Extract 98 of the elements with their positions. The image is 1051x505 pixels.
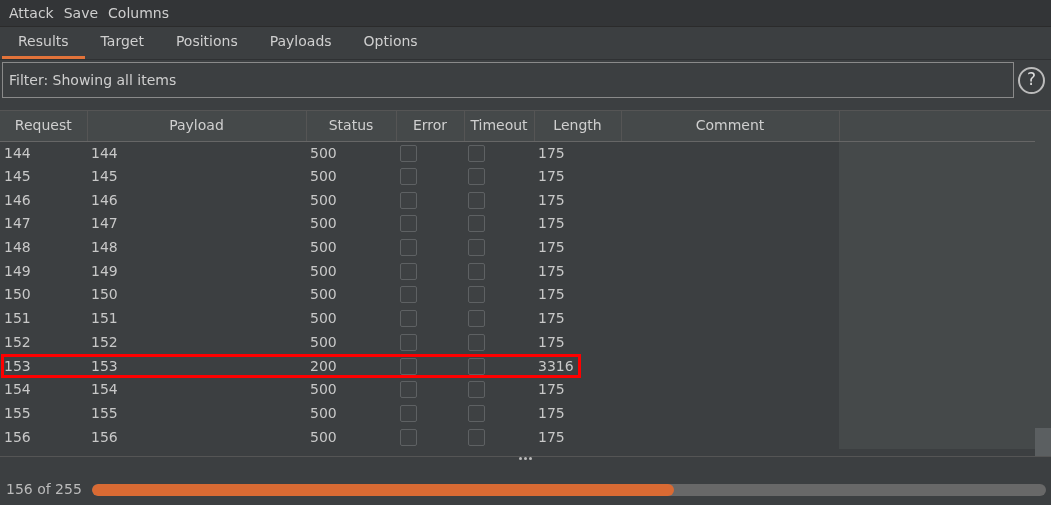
filter-field[interactable]: Filter: Showing all items [2, 62, 1014, 98]
table-cell-text: 175 [537, 238, 566, 258]
table-cell-text: 175 [537, 332, 566, 352]
table-cell-text: 175 [537, 285, 566, 305]
table-cell: 147 [4, 215, 31, 232]
checkbox[interactable] [400, 215, 417, 233]
tab[interactable]: Payloads [253, 25, 348, 59]
table-cell-text: 500 [309, 261, 338, 281]
checkbox[interactable] [400, 144, 417, 162]
checkbox[interactable] [468, 357, 485, 375]
table-cell-text: 500 [309, 309, 338, 329]
checkbox[interactable] [468, 404, 485, 422]
checkbox[interactable] [468, 215, 485, 233]
table-cell-text: 145 [90, 167, 119, 187]
table-cell-text: 154 [90, 380, 119, 400]
table-cell-text: 148 [90, 238, 119, 258]
table-cell: 144 [87, 141, 306, 165]
table-cell: 145 [4, 168, 31, 185]
checkbox[interactable] [400, 168, 417, 186]
menu-item[interactable]: Save [58, 0, 104, 27]
menu-item[interactable]: Attack [4, 0, 59, 27]
table-cell-text: 500 [309, 285, 338, 305]
checkbox[interactable] [468, 333, 485, 351]
table-cell-text: 146 [90, 190, 119, 210]
table-cell: 144 [4, 144, 31, 161]
scrollbar-thumb[interactable] [1035, 428, 1051, 456]
table-cell-text: 175 [537, 190, 566, 210]
tab[interactable]: Target [84, 25, 160, 59]
column-header[interactable]: Status [306, 111, 396, 141]
checkbox[interactable] [468, 262, 485, 280]
table-cell-text: 500 [309, 214, 338, 234]
table-cell-text: 175 [537, 167, 566, 187]
table-cell-text: 500 [309, 427, 338, 447]
checkbox[interactable] [468, 191, 485, 209]
table-cell: 148 [4, 239, 31, 256]
table-cell: 155 [4, 404, 31, 421]
menu-item[interactable]: Columns [103, 0, 174, 27]
table-cell-text: 500 [309, 190, 338, 210]
table-cell-text: 175 [537, 403, 566, 423]
checkbox[interactable] [400, 428, 417, 446]
table-cell-text: 175 [537, 380, 566, 400]
column-header[interactable]: Payload [87, 111, 306, 141]
help-icon[interactable]: ? [1018, 66, 1045, 94]
table-cell: 151 [4, 310, 31, 327]
tab[interactable]: Results [2, 25, 85, 59]
table-cell: 150 [4, 286, 31, 303]
table-cell-text: 149 [90, 261, 119, 281]
table-cell: 146 [4, 191, 31, 208]
checkbox[interactable] [400, 191, 417, 209]
table-cell-text: 500 [309, 332, 338, 352]
table-cell-text: 156 [90, 427, 119, 447]
column-header[interactable]: Timeout [464, 111, 534, 141]
table-cell-text: 153 [90, 356, 119, 376]
scrollbar[interactable] [1035, 111, 1051, 456]
column-header[interactable]: Error [396, 111, 464, 141]
column-header[interactable]: Length [534, 111, 621, 141]
table-cell-text: 175 [537, 261, 566, 281]
checkbox[interactable] [400, 404, 417, 422]
table-cell-text: 175 [537, 309, 566, 329]
table-cell: 152 [4, 333, 31, 350]
column-header[interactable]: Comment [621, 111, 839, 141]
checkbox[interactable] [468, 286, 485, 304]
progress-label: 156 of 255 [6, 480, 82, 499]
checkbox[interactable] [468, 310, 485, 328]
table-cell-text: 150 [90, 285, 119, 305]
table-cell: 500 [306, 141, 396, 165]
table-cell-text: 500 [309, 167, 338, 187]
tab[interactable]: Positions [159, 25, 254, 59]
checkbox[interactable] [468, 428, 485, 446]
checkbox[interactable] [400, 381, 417, 399]
table-cell-text: 175 [537, 427, 566, 447]
checkbox[interactable] [468, 381, 485, 399]
table-cell: 149 [4, 262, 31, 279]
table-cell-text: 500 [309, 403, 338, 423]
table-cell-text: 3316 [537, 356, 575, 376]
table-cell: 175 [534, 141, 621, 165]
table-cell-text: 175 [537, 214, 566, 234]
table-cell-text: 152 [90, 332, 119, 352]
checkbox[interactable] [400, 262, 417, 280]
checkbox[interactable] [400, 286, 417, 304]
table-cell: 156 [4, 428, 31, 445]
column-header[interactable]: Request [0, 111, 87, 141]
table-cell-text: 147 [90, 214, 119, 234]
checkbox[interactable] [400, 357, 417, 375]
table-cell-text: 155 [90, 403, 119, 423]
table-cell-text: 200 [309, 356, 338, 376]
tab[interactable]: Options [347, 25, 434, 59]
table-cell-text: 500 [309, 238, 338, 258]
checkbox[interactable] [468, 168, 485, 186]
table-cell: 153 [4, 357, 31, 374]
checkbox[interactable] [400, 310, 417, 328]
checkbox[interactable] [400, 239, 417, 257]
table-cell-text: 151 [90, 309, 119, 329]
checkbox[interactable] [468, 144, 485, 162]
table-cell-text: 500 [309, 380, 338, 400]
checkbox[interactable] [400, 333, 417, 351]
table-cell: 154 [4, 381, 31, 398]
checkbox[interactable] [468, 239, 485, 257]
